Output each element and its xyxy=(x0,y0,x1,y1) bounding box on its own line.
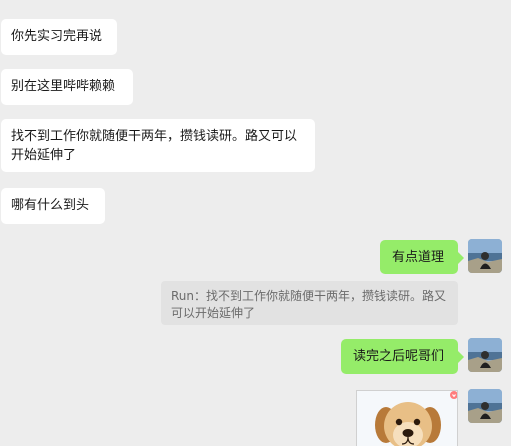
incoming-message-bubble[interactable]: 哪有什么到头 xyxy=(1,188,105,224)
chat-area: 你先实习完再说 别在这里哔哔赖赖 找不到工作你就随便干两年，攒钱读研。路又可以开… xyxy=(0,0,511,446)
quoted-message[interactable]: Run：找不到工作你就随便干两年，攒钱读研。路又可以开始延伸了 xyxy=(161,281,458,325)
message-text: 哪有什么到头 xyxy=(11,198,90,213)
incoming-message-bubble[interactable]: 你先实习完再说 xyxy=(1,19,117,55)
incoming-message-bubble[interactable]: 找不到工作你就随便干两年，攒钱读研。路又可以开始延伸了 xyxy=(1,119,315,172)
quote-text: Run：找不到工作你就随便干两年，攒钱读研。路又可以开始延伸了 xyxy=(171,289,447,320)
message-text: 别在这里哔哔赖赖 xyxy=(11,79,116,94)
incoming-message-bubble[interactable]: 别在这里哔哔赖赖 xyxy=(1,69,133,105)
user-avatar[interactable] xyxy=(468,239,502,273)
message-text: 有点道理 xyxy=(392,250,445,265)
outgoing-message-bubble[interactable]: 有点道理 xyxy=(380,240,464,274)
user-avatar[interactable] xyxy=(468,389,502,423)
image-message[interactable] xyxy=(356,390,458,446)
avatar-image-icon xyxy=(468,389,502,423)
outgoing-message-bubble[interactable]: 读完之后呢哥们 xyxy=(341,339,464,374)
avatar-image-icon xyxy=(468,239,502,273)
puppy-sticker-icon xyxy=(357,391,457,446)
avatar-image-icon xyxy=(468,338,502,372)
user-avatar[interactable] xyxy=(468,338,502,372)
message-text: 找不到工作你就随便干两年，攒钱读研。路又可以开始延伸了 xyxy=(11,129,298,163)
message-text: 你先实习完再说 xyxy=(11,29,103,44)
message-text: 读完之后呢哥们 xyxy=(353,349,445,364)
